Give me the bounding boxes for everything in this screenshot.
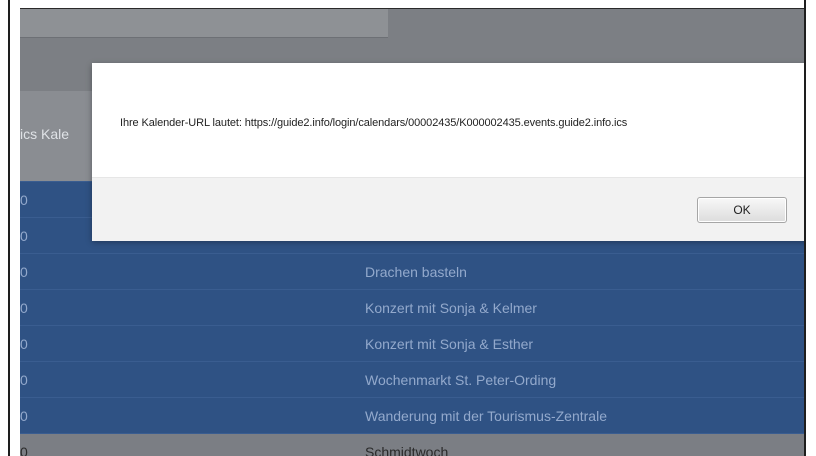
ok-button[interactable]: OK (697, 197, 787, 223)
dialog-message: Ihre Kalender-URL lautet: https://guide2… (120, 117, 628, 129)
right-border (804, 0, 816, 456)
calendar-app: ics Kale 0 0 0 Drachen basteln 0 Konzert… (20, 9, 804, 456)
dialog-footer: OK (92, 177, 804, 241)
top-border (0, 0, 816, 9)
browser-frame: ics Kale 0 0 0 Drachen basteln 0 Konzert… (0, 0, 816, 456)
calendar-url-dialog: Ihre Kalender-URL lautet: https://guide2… (92, 63, 804, 241)
left-border (0, 0, 20, 456)
